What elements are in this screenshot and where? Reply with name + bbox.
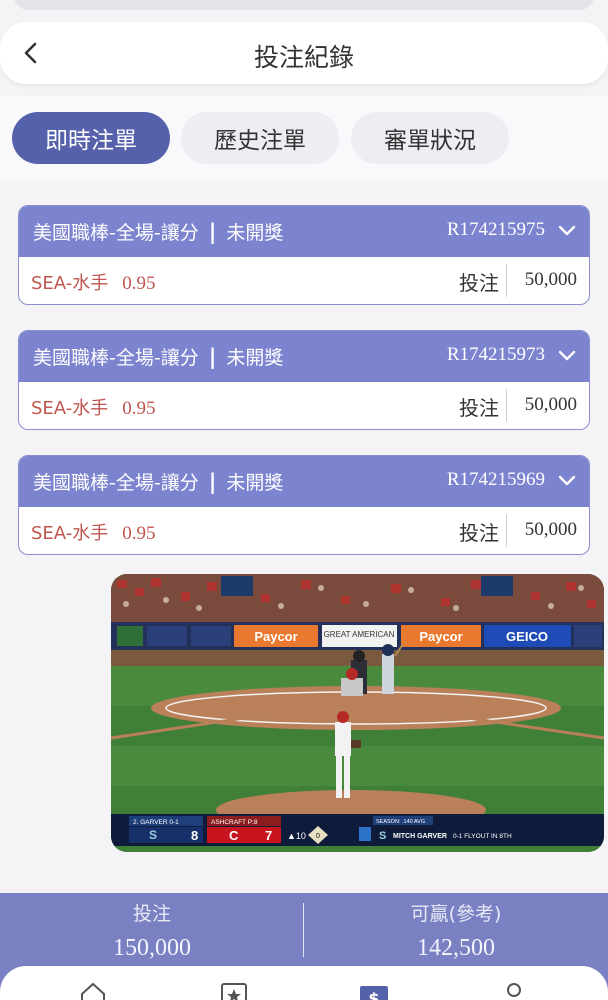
- tab-review-status[interactable]: 審單狀況: [351, 112, 509, 164]
- bet-pick: SEA-水手 0.95: [31, 394, 155, 420]
- batter-stat: 0-1 FLYOUT IN 8TH: [453, 833, 512, 840]
- bet-type: 美國職棒-全場-讓分: [33, 222, 199, 244]
- inning-indicator: ▲10: [287, 831, 306, 841]
- total-bet-label: 投注: [132, 903, 171, 925]
- tab-live-bets[interactable]: 即時注單: [12, 112, 170, 164]
- batter-name: MITCH GARVER: [393, 833, 447, 840]
- bet-card[interactable]: 美國職棒-全場-讓分 | 未開獎 R174215973 SEA-水手 0.95 投…: [18, 330, 590, 430]
- top-strip: [14, 0, 594, 10]
- stake-amount: 50,000: [524, 394, 577, 415]
- away-batting-tag: 2. GARVER 0-1: [133, 819, 179, 826]
- stake-label: 投注: [459, 521, 499, 545]
- bet-status: 未開獎: [226, 347, 284, 369]
- chevron-down-icon[interactable]: [557, 346, 577, 366]
- bet-card-body: SEA-水手 0.95 投注 50,000: [19, 382, 589, 429]
- bet-card-body: SEA-水手 0.95 投注 50,000: [19, 257, 589, 304]
- bet-card-header[interactable]: 美國職棒-全場-讓分 | 未開獎 R174215969: [19, 456, 589, 507]
- order-number: R174215975: [446, 219, 545, 240]
- stake-label: 投注: [459, 396, 499, 420]
- svg-text:$: $: [368, 989, 379, 1000]
- chevron-down-icon[interactable]: [557, 471, 577, 491]
- bet-card[interactable]: 美國職棒-全場-讓分 | 未開獎 R174215975 SEA-水手 0.95 投…: [18, 205, 590, 305]
- bet-pick: SEA-水手 0.95: [31, 269, 155, 295]
- stake-divider: [506, 264, 507, 297]
- bet-card-body: SEA-水手 0.95 投注 50,000: [19, 507, 589, 554]
- home-logo: C: [229, 828, 239, 843]
- home-pitcher-tag: ASHCRAFT P:8: [211, 819, 258, 826]
- user-icon[interactable]: [497, 980, 531, 1000]
- pick-team: SEA-水手: [31, 398, 109, 419]
- separator: |: [208, 344, 217, 369]
- potential-win: 可贏(參考) 142,500: [304, 893, 608, 962]
- total-bet-value: 150,000: [113, 935, 191, 961]
- home-icon[interactable]: [76, 980, 110, 1000]
- separator: |: [208, 219, 217, 244]
- home-score: 7: [265, 828, 272, 843]
- pick-odds: 0.95: [122, 273, 156, 294]
- page-title: 投注紀錄: [253, 43, 354, 72]
- outs-count: 0: [316, 833, 320, 840]
- total-bet: 投注 150,000: [0, 893, 304, 962]
- separator: |: [208, 469, 217, 494]
- potential-win-label: 可贏(參考): [410, 903, 502, 925]
- bet-type: 美國職棒-全場-讓分: [33, 347, 199, 369]
- pick-odds: 0.95: [122, 398, 156, 419]
- bet-type: 美國職棒-全場-讓分: [33, 472, 199, 494]
- stake-amount: 50,000: [524, 269, 577, 290]
- stake-divider: [506, 514, 507, 547]
- star-card-icon[interactable]: [217, 980, 251, 1000]
- ad-great-american: GREAT AMERICAN: [324, 630, 395, 639]
- stake-label: 投注: [459, 271, 499, 295]
- away-logo: S: [149, 828, 157, 842]
- ad-geico: GEICO: [506, 629, 548, 644]
- ad-paycor-2: Paycor: [419, 629, 462, 644]
- tab-history-bets[interactable]: 歷史注單: [181, 112, 339, 164]
- bet-status: 未開獎: [226, 222, 284, 244]
- bet-status: 未開獎: [226, 472, 284, 494]
- pick-team: SEA-水手: [31, 523, 109, 544]
- bet-card[interactable]: 美國職棒-全場-讓分 | 未開獎 R174215969 SEA-水手 0.95 投…: [18, 455, 590, 555]
- dollar-ticket-icon[interactable]: $: [357, 980, 391, 1000]
- away-score: 8: [191, 828, 198, 843]
- bet-card-header[interactable]: 美國職棒-全場-讓分 | 未開獎 R174215975: [19, 206, 589, 257]
- season-avg-tag: SEASON: .140 AVG: [376, 819, 425, 825]
- order-number: R174215969: [446, 469, 545, 490]
- bet-pick: SEA-水手 0.95: [31, 519, 155, 545]
- ad-paycor-1: Paycor: [254, 629, 297, 644]
- pick-team: SEA-水手: [31, 273, 109, 294]
- live-video-player[interactable]: Paycor GREAT AMERICAN Paycor GEICO 2. GA…: [111, 574, 604, 852]
- order-number: R174215973: [446, 344, 545, 365]
- pick-odds: 0.95: [122, 523, 156, 544]
- bet-card-header[interactable]: 美國職棒-全場-讓分 | 未開獎 R174215973: [19, 331, 589, 382]
- stake-divider: [506, 389, 507, 422]
- batter-team-logo: S: [379, 830, 386, 842]
- bottom-nav: $: [0, 966, 608, 1000]
- stake-amount: 50,000: [524, 519, 577, 540]
- chevron-down-icon[interactable]: [557, 221, 577, 241]
- header-bar: 投注紀錄: [0, 22, 608, 84]
- tabs-bar: 即時注單 歷史注單 審單狀況: [0, 96, 608, 180]
- potential-win-value: 142,500: [417, 935, 495, 961]
- baseball-broadcast-frame: Paycor GREAT AMERICAN Paycor GEICO 2. GA…: [111, 574, 604, 852]
